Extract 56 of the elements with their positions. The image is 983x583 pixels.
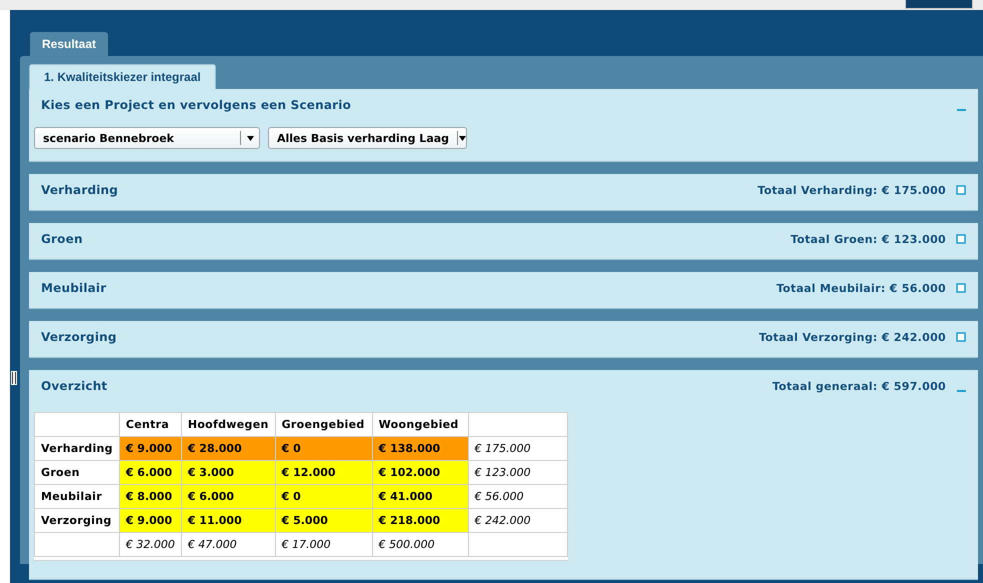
table-cell: € 0 bbox=[275, 436, 372, 460]
table-cell: € 5.000 bbox=[275, 508, 372, 532]
column-total: € 500.000 bbox=[372, 532, 468, 556]
table-cell: € 11.000 bbox=[181, 508, 276, 532]
column-header: Groengebied bbox=[275, 412, 372, 436]
section-title: Groen bbox=[41, 232, 84, 246]
column-total: € 17.000 bbox=[275, 532, 372, 556]
column-total: € 47.000 bbox=[181, 532, 276, 556]
expand-icon[interactable] bbox=[956, 234, 966, 244]
section-title: Meubilair bbox=[41, 281, 108, 295]
resize-handle-icon[interactable] bbox=[11, 371, 17, 385]
row-total: € 175.000 bbox=[468, 436, 568, 460]
row-total: € 56.000 bbox=[468, 484, 568, 508]
tab[interactable]: 1. Kwaliteitskiezer integraal bbox=[29, 64, 216, 89]
section-total: Totaal Verzorging: € 242.000 bbox=[758, 330, 946, 344]
row-header: Verharding bbox=[34, 436, 120, 460]
section-title: Verzorging bbox=[41, 330, 118, 344]
section-total: Totaal Verharding: € 175.000 bbox=[758, 184, 946, 196]
expand-icon[interactable] bbox=[956, 283, 966, 293]
caret-icon bbox=[458, 136, 466, 140]
cut-off-button[interactable] bbox=[905, 0, 973, 9]
table-cell: € 8.000 bbox=[119, 484, 182, 508]
row-header: Meubilair bbox=[34, 484, 120, 508]
section-title: Overzicht bbox=[41, 379, 108, 393]
caret-icon bbox=[246, 136, 254, 140]
table-cell: € 102.000 bbox=[372, 460, 468, 484]
dropdown[interactable]: Alles Basis verharding Laag bbox=[268, 127, 467, 149]
table-cell: € 12.000 bbox=[275, 460, 372, 484]
table-cell: € 3.000 bbox=[181, 460, 276, 484]
expand-icon[interactable] bbox=[956, 332, 966, 342]
column-total: € 32.000 bbox=[119, 532, 182, 556]
row-total: € 123.000 bbox=[468, 460, 568, 484]
section-title: Verharding bbox=[41, 183, 120, 197]
table-cell: € 218.000 bbox=[372, 508, 468, 532]
collapse-icon[interactable] bbox=[956, 390, 966, 392]
table-cell: € 0 bbox=[275, 484, 372, 508]
section-title: Kies een Project en vervolgens een Scenario bbox=[41, 98, 352, 112]
column-header: Hoofdwegen bbox=[181, 412, 276, 436]
collapse-icon[interactable] bbox=[956, 108, 966, 112]
section-total: Totaal generaal: € 597.000 bbox=[772, 380, 946, 392]
table-cell: € 9.000 bbox=[119, 436, 182, 460]
table-cell: € 9.000 bbox=[119, 508, 182, 532]
table-cell: € 138.000 bbox=[372, 436, 468, 460]
table-cell: € 6.000 bbox=[119, 460, 182, 484]
table-cell: € 6.000 bbox=[181, 484, 276, 508]
dropdown[interactable]: scenario Bennebroek bbox=[34, 127, 260, 149]
section-total: Totaal Meubilair: € 56.000 bbox=[776, 282, 946, 294]
section-total: Totaal Groen: € 123.000 bbox=[790, 232, 946, 246]
table-cell: € 28.000 bbox=[181, 436, 276, 460]
tab[interactable]: Resultaat bbox=[30, 32, 108, 56]
row-header: Verzorging bbox=[34, 508, 120, 532]
table-cell: € 41.000 bbox=[372, 484, 468, 508]
row-total: € 242.000 bbox=[468, 508, 568, 532]
column-header: Woongebied bbox=[372, 412, 468, 436]
row-header: Groen bbox=[34, 460, 120, 484]
expand-icon[interactable] bbox=[956, 185, 966, 195]
